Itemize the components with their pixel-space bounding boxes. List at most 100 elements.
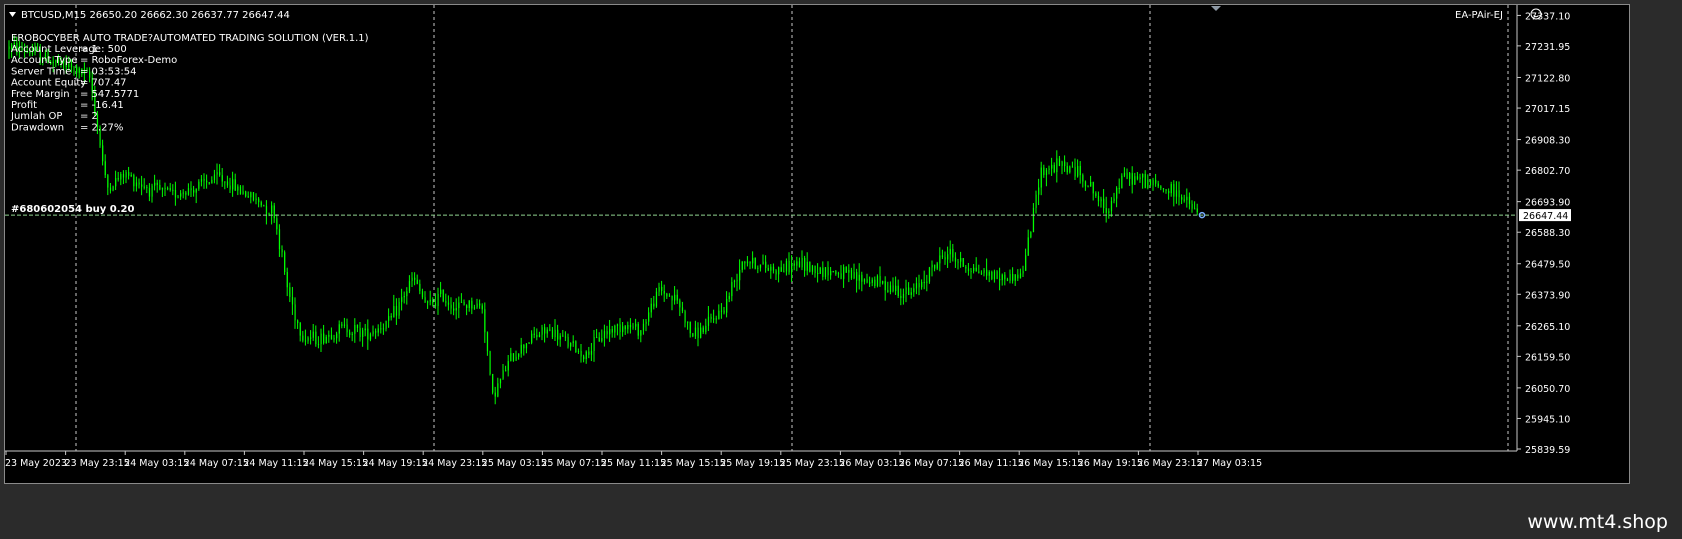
candle <box>975 257 977 272</box>
candle <box>674 286 676 305</box>
price-tick-label: 26050.70 <box>1525 384 1570 395</box>
info-row-label: Profit <box>11 100 37 111</box>
candle <box>637 321 639 340</box>
price-tick-label: 26693.90 <box>1525 198 1570 209</box>
candle <box>1090 175 1092 187</box>
candle <box>1162 188 1165 193</box>
candle <box>1009 269 1011 284</box>
candle <box>957 258 959 270</box>
candle <box>902 288 905 305</box>
candle <box>681 301 684 314</box>
candle <box>822 261 824 281</box>
candle <box>897 279 899 298</box>
candle <box>1058 155 1061 167</box>
candle <box>245 190 247 198</box>
candle <box>960 251 962 268</box>
candle <box>234 173 236 191</box>
candle <box>161 187 164 198</box>
candle <box>658 282 660 297</box>
candle <box>869 276 871 288</box>
candle <box>635 318 637 331</box>
candle <box>999 267 1001 291</box>
chart-menu-arrow-icon[interactable] <box>9 12 16 17</box>
candle <box>484 302 486 343</box>
candle <box>213 169 216 184</box>
candle <box>372 325 374 337</box>
candle <box>648 307 650 326</box>
candle <box>996 270 998 280</box>
candle <box>632 322 634 330</box>
candle <box>1069 165 1071 174</box>
candle <box>741 260 743 273</box>
candle <box>811 264 814 275</box>
candle <box>991 270 993 281</box>
candle <box>177 194 179 199</box>
candle <box>611 325 613 338</box>
candle <box>1066 162 1068 175</box>
candle <box>1027 229 1029 257</box>
candle <box>1095 191 1097 198</box>
candle <box>499 378 502 389</box>
chart-canvas[interactable]: #680602054 buy 0.20 27337.1027231.952712… <box>5 5 1629 483</box>
candle <box>1019 268 1022 279</box>
candle <box>1014 273 1016 286</box>
candle <box>1183 194 1185 203</box>
candle <box>538 331 541 338</box>
candle <box>728 292 730 303</box>
candle <box>169 182 171 192</box>
price-tick-label: 25839.59 <box>1525 445 1570 456</box>
candle <box>411 272 413 288</box>
candle <box>159 179 161 191</box>
candle <box>650 297 652 318</box>
candle <box>255 193 257 205</box>
price-tick-label: 26159.50 <box>1525 352 1570 363</box>
candle <box>393 294 395 318</box>
candle <box>429 290 431 306</box>
candle <box>1147 174 1149 190</box>
price-tick-label: 26265.10 <box>1525 322 1570 333</box>
price-chart[interactable]: #680602054 buy 0.20 27337.10 27231.95 2712… <box>4 4 1630 484</box>
candle <box>931 260 933 277</box>
candle <box>1126 168 1128 180</box>
candle <box>1103 189 1105 214</box>
candle <box>512 353 515 362</box>
price-tick-label: 26908.30 <box>1525 136 1570 147</box>
chart-shift-marker-icon[interactable] <box>1211 6 1221 11</box>
candle <box>575 340 577 353</box>
candle <box>294 297 296 329</box>
candle <box>531 330 533 345</box>
candle <box>258 197 260 208</box>
candle <box>239 185 242 195</box>
candle <box>479 299 481 309</box>
time-tick-label: 26 May 15:15 <box>1018 458 1083 469</box>
candle <box>762 254 764 265</box>
candle <box>668 293 671 297</box>
candle <box>164 182 166 196</box>
candle <box>874 276 876 289</box>
candle <box>863 278 866 285</box>
candle <box>362 327 364 347</box>
candle <box>1061 160 1063 175</box>
candle <box>299 321 301 342</box>
candle <box>312 324 314 341</box>
candle <box>1092 181 1094 201</box>
candle <box>351 331 353 342</box>
candle <box>1173 180 1175 207</box>
time-axis: 23 May 202323 May 23:1524 May 03:1524 Ma… <box>5 450 1517 469</box>
ea-label: EA-PAir-EJ <box>1455 10 1503 21</box>
candle <box>364 323 366 337</box>
candle <box>1129 171 1131 186</box>
candle <box>458 296 460 319</box>
candle <box>850 267 853 280</box>
candle <box>349 329 351 338</box>
candle <box>289 282 291 303</box>
candle-layer <box>8 35 1198 405</box>
candle <box>720 303 723 319</box>
candle <box>416 274 418 285</box>
candle <box>445 293 447 307</box>
time-tick-label: 26 May 03:15 <box>839 458 904 469</box>
candle <box>713 309 715 324</box>
candle <box>122 170 125 185</box>
candle <box>1194 201 1196 210</box>
candle <box>120 171 122 186</box>
